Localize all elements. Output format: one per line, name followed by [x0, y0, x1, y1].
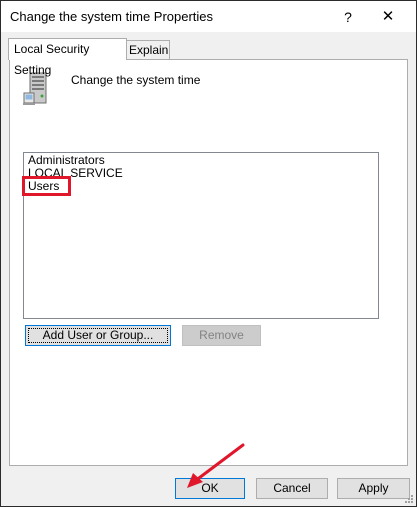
remove-button[interactable]: Remove [182, 325, 261, 346]
resize-grip-icon[interactable] [404, 494, 414, 504]
apply-button[interactable]: Apply [337, 478, 410, 499]
add-user-or-group-button[interactable]: Add User or Group... [25, 325, 171, 346]
policy-name: Change the system time [71, 73, 201, 87]
principals-list[interactable]: Administrators LOCAL SERVICE Users [23, 152, 379, 319]
tab-explain[interactable]: Explain [123, 40, 170, 60]
close-button[interactable]: ✕ [373, 5, 403, 29]
users-highlight-box [22, 176, 71, 196]
properties-dialog: Change the system time Properties ? ✕ Lo… [0, 0, 417, 507]
tab-panel: Change the system time Administrators LO… [9, 59, 408, 466]
cancel-button[interactable]: Cancel [256, 478, 328, 499]
tab-local-security-setting[interactable]: Local Security Setting [8, 38, 127, 77]
help-button[interactable]: ? [333, 5, 363, 29]
title-bar: Change the system time Properties ? ✕ [1, 1, 416, 32]
red-arrow-annotation [187, 443, 245, 488]
dialog-title: Change the system time Properties [10, 9, 214, 24]
